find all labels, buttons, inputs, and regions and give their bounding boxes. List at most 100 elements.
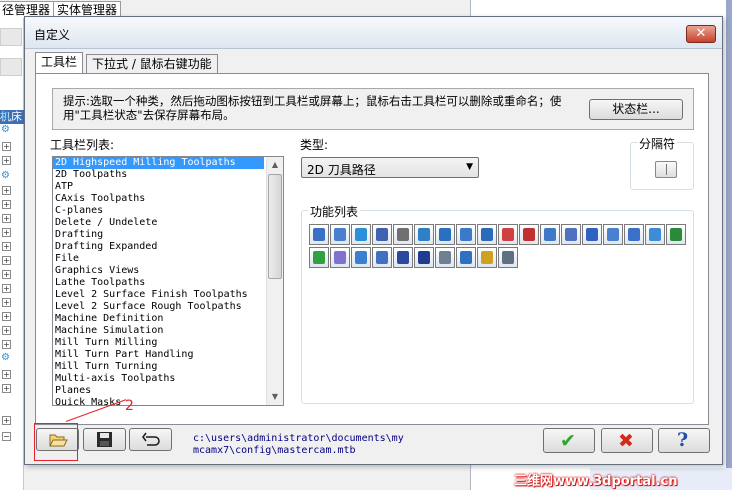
toolbar-list-item[interactable]: Quick Masks bbox=[53, 397, 264, 405]
toolbar-list-item[interactable]: Mill Turn Turning bbox=[53, 361, 264, 373]
toolbar-list-item[interactable]: Lathe Toolpaths bbox=[53, 277, 264, 289]
toolbar-list-item[interactable]: Graphics Views bbox=[53, 265, 264, 277]
category-value: 2D 刀具路径 bbox=[307, 163, 376, 177]
tree-expander[interactable]: + bbox=[2, 312, 11, 321]
function-button[interactable] bbox=[330, 224, 350, 245]
function-button[interactable] bbox=[351, 247, 371, 268]
cancel-button[interactable]: ✖ bbox=[601, 428, 653, 453]
model-chamfer-icon bbox=[460, 251, 472, 264]
toolpath-group-icon: ▥ bbox=[1, 110, 11, 121]
toolbar-list-item[interactable]: Machine Definition bbox=[53, 313, 264, 325]
toolbar-status-button[interactable]: 状态栏... bbox=[589, 99, 683, 120]
reset-toolbar-button[interactable] bbox=[129, 428, 172, 451]
toolbar-list-item[interactable]: Multi-axis Toolpaths bbox=[53, 373, 264, 385]
toolbar-list-item[interactable]: Drafting bbox=[53, 229, 264, 241]
tree-expander[interactable]: + bbox=[2, 416, 11, 425]
function-button[interactable] bbox=[435, 247, 455, 268]
scroll-thumb[interactable] bbox=[268, 174, 282, 279]
function-button[interactable] bbox=[351, 224, 371, 245]
function-button[interactable] bbox=[309, 247, 329, 268]
tree-expander[interactable]: + bbox=[2, 340, 11, 349]
scroll-up-icon[interactable]: ▲ bbox=[267, 157, 283, 173]
function-button[interactable] bbox=[561, 224, 581, 245]
tree-expander[interactable]: + bbox=[2, 256, 11, 265]
operation-icon: ⚙ bbox=[1, 352, 10, 363]
function-button[interactable] bbox=[645, 224, 665, 245]
tree-expander[interactable]: − bbox=[2, 432, 11, 441]
tree-expander[interactable]: + bbox=[2, 242, 11, 251]
tree-expander[interactable]: + bbox=[2, 384, 11, 393]
tab-toolbars[interactable]: 工具栏 bbox=[35, 52, 84, 74]
toolbar-list-item[interactable]: Drafting Expanded bbox=[53, 241, 264, 253]
help-icon: ? bbox=[677, 429, 689, 451]
list-scrollbar[interactable]: ▲ ▼ bbox=[266, 157, 283, 405]
function-button[interactable] bbox=[435, 224, 455, 245]
function-button[interactable] bbox=[498, 224, 518, 245]
toolbar-list-item[interactable]: Level 2 Surface Finish Toolpaths bbox=[53, 289, 264, 301]
function-button[interactable] bbox=[540, 224, 560, 245]
tree-expander[interactable]: + bbox=[2, 142, 11, 151]
function-button[interactable] bbox=[477, 224, 497, 245]
tree-toolbar-button[interactable] bbox=[0, 58, 22, 76]
tree-expander[interactable]: + bbox=[2, 214, 11, 223]
function-button[interactable] bbox=[477, 247, 497, 268]
block-drill-icon bbox=[439, 251, 451, 264]
function-button[interactable] bbox=[372, 247, 392, 268]
tree-expander[interactable]: + bbox=[2, 270, 11, 279]
toolbar-list-item[interactable]: Mill Turn Milling bbox=[53, 337, 264, 349]
scroll-down-icon[interactable]: ▼ bbox=[267, 389, 283, 405]
toolbar-list-item[interactable]: Level 2 Surface Rough Toolpaths bbox=[53, 301, 264, 313]
function-button[interactable] bbox=[603, 224, 623, 245]
toolbar-list-item[interactable]: CAxis Toolpaths bbox=[53, 193, 264, 205]
function-button[interactable] bbox=[414, 224, 434, 245]
toolbar-list-item[interactable]: Planes bbox=[53, 385, 264, 397]
core-mill-icon bbox=[397, 251, 409, 264]
operations-tree: 机床 ▥ ⚙ + + ⚙ + + + + + + + + + + + + ⚙ +… bbox=[0, 18, 24, 490]
function-list-group: 功能列表 bbox=[301, 203, 694, 404]
function-button[interactable] bbox=[498, 247, 518, 268]
toolbar-listbox[interactable]: 2D Highspeed Milling Toolpaths 2D Toolpat… bbox=[52, 156, 284, 406]
undo-icon bbox=[142, 432, 160, 446]
function-button[interactable] bbox=[330, 247, 350, 268]
function-button[interactable] bbox=[414, 247, 434, 268]
function-button[interactable] bbox=[393, 224, 413, 245]
function-button[interactable] bbox=[582, 224, 602, 245]
toolbar-list-item[interactable]: Machine Simulation bbox=[53, 325, 264, 337]
save-toolbar-file-button[interactable] bbox=[83, 428, 126, 451]
tree-expander[interactable]: + bbox=[2, 370, 11, 379]
function-button[interactable] bbox=[456, 224, 476, 245]
background-edge bbox=[726, 0, 732, 490]
tab-dropdown-right-click[interactable]: 下拉式 / 鼠标右键功能 bbox=[86, 54, 218, 74]
category-select[interactable]: 2D 刀具路径 ▼ bbox=[301, 157, 479, 178]
tree-expander[interactable]: + bbox=[2, 298, 11, 307]
point-icon bbox=[607, 228, 619, 241]
function-button[interactable] bbox=[624, 224, 644, 245]
tree-toolbar-button[interactable] bbox=[0, 28, 22, 46]
tree-expander[interactable]: + bbox=[2, 228, 11, 237]
dialog-title: 自定义 bbox=[34, 28, 71, 42]
function-button[interactable] bbox=[393, 247, 413, 268]
save-icon bbox=[97, 432, 112, 447]
function-button[interactable] bbox=[519, 224, 539, 245]
toolbar-list-item[interactable]: ATP bbox=[53, 181, 264, 193]
toolbar-list-item[interactable]: 2D Highspeed Milling Toolpaths bbox=[53, 157, 264, 169]
tree-expander[interactable]: + bbox=[2, 284, 11, 293]
tree-expander[interactable]: + bbox=[2, 156, 11, 165]
function-button[interactable] bbox=[372, 224, 392, 245]
tree-expander[interactable]: + bbox=[2, 186, 11, 195]
ok-button[interactable]: ✔ bbox=[543, 428, 595, 453]
toolbar-list-item[interactable]: File bbox=[53, 253, 264, 265]
toolbar-list-item[interactable]: C-planes bbox=[53, 205, 264, 217]
toolbar-list-item[interactable]: Mill Turn Part Handling bbox=[53, 349, 264, 361]
toolbar-list-item[interactable]: Delete / Undelete bbox=[53, 217, 264, 229]
tree-expander[interactable]: + bbox=[2, 200, 11, 209]
help-button[interactable]: ? bbox=[658, 428, 710, 453]
function-button[interactable] bbox=[456, 247, 476, 268]
separator-button[interactable] bbox=[655, 161, 677, 178]
function-button[interactable] bbox=[666, 224, 686, 245]
tree-expander[interactable]: + bbox=[2, 326, 11, 335]
toolbar-list-item[interactable]: 2D Toolpaths bbox=[53, 169, 264, 181]
function-button[interactable] bbox=[309, 224, 329, 245]
dialog-titlebar[interactable]: 自定义 ✕ bbox=[25, 17, 722, 49]
close-button[interactable]: ✕ bbox=[686, 25, 716, 43]
